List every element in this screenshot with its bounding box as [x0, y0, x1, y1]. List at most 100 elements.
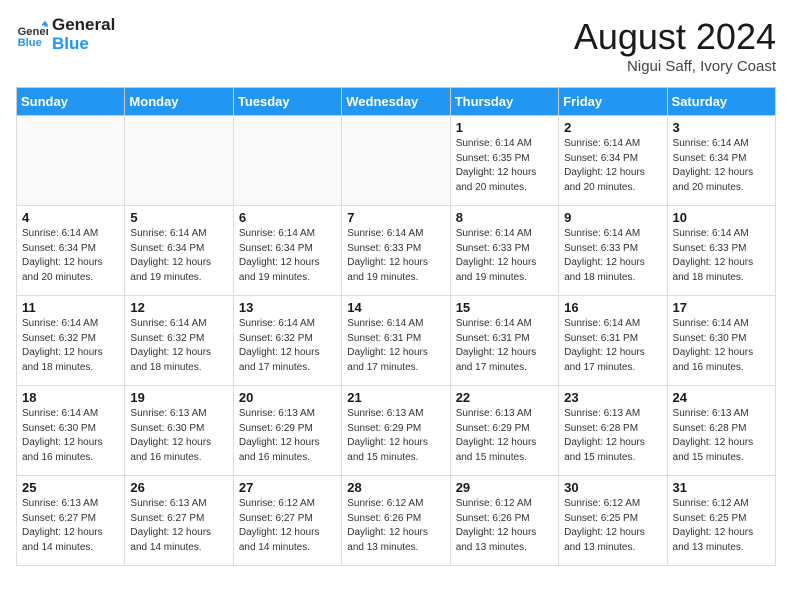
day-number: 4	[22, 210, 119, 225]
day-info: Sunrise: 6:14 AM Sunset: 6:31 PM Dayligh…	[347, 317, 444, 375]
day-info: Sunrise: 6:14 AM Sunset: 6:35 PM Dayligh…	[456, 137, 553, 195]
day-info: Sunrise: 6:14 AM Sunset: 6:34 PM Dayligh…	[564, 137, 661, 195]
day-info: Sunrise: 6:12 AM Sunset: 6:25 PM Dayligh…	[673, 497, 770, 555]
day-info: Sunrise: 6:14 AM Sunset: 6:34 PM Dayligh…	[673, 137, 770, 195]
day-number: 28	[347, 480, 444, 495]
day-info: Sunrise: 6:14 AM Sunset: 6:33 PM Dayligh…	[564, 227, 661, 285]
day-info: Sunrise: 6:12 AM Sunset: 6:25 PM Dayligh…	[564, 497, 661, 555]
day-cell	[125, 116, 233, 206]
day-cell: 5Sunrise: 6:14 AM Sunset: 6:34 PM Daylig…	[125, 206, 233, 296]
day-number: 14	[347, 300, 444, 315]
day-info: Sunrise: 6:14 AM Sunset: 6:32 PM Dayligh…	[239, 317, 336, 375]
day-cell: 27Sunrise: 6:12 AM Sunset: 6:27 PM Dayli…	[233, 476, 341, 566]
day-number: 31	[673, 480, 770, 495]
logo: General Blue General Blue	[16, 16, 115, 53]
day-info: Sunrise: 6:12 AM Sunset: 6:26 PM Dayligh…	[347, 497, 444, 555]
day-number: 27	[239, 480, 336, 495]
logo-general: General	[52, 16, 115, 35]
day-number: 26	[130, 480, 227, 495]
day-info: Sunrise: 6:14 AM Sunset: 6:33 PM Dayligh…	[456, 227, 553, 285]
day-info: Sunrise: 6:14 AM Sunset: 6:34 PM Dayligh…	[22, 227, 119, 285]
day-info: Sunrise: 6:14 AM Sunset: 6:30 PM Dayligh…	[22, 407, 119, 465]
day-info: Sunrise: 6:14 AM Sunset: 6:30 PM Dayligh…	[673, 317, 770, 375]
day-cell: 18 Sunrise: 6:14 AM Sunset: 6:30 PM Dayli…	[17, 386, 125, 476]
day-cell: 24 Sunrise: 6:13 AM Sunset: 6:28 PM Dayli…	[667, 386, 775, 476]
day-number: 24	[673, 390, 770, 405]
day-cell	[233, 116, 341, 206]
day-number: 11	[22, 300, 119, 315]
header-row: SundayMondayTuesdayWednesdayThursdayFrid…	[17, 88, 776, 116]
day-info: Sunrise: 6:14 AM Sunset: 6:34 PM Dayligh…	[239, 227, 336, 285]
day-cell: 19Sunrise: 6:13 AM Sunset: 6:30 PM Dayli…	[125, 386, 233, 476]
day-number: 2	[564, 120, 661, 135]
day-number: 16	[564, 300, 661, 315]
day-info: Sunrise: 6:13 AM Sunset: 6:28 PM Dayligh…	[564, 407, 661, 465]
day-number: 25	[22, 480, 119, 495]
day-number: 13	[239, 300, 336, 315]
day-number: 22	[456, 390, 553, 405]
title-area: August 2024 Nigui Saff, Ivory Coast	[574, 16, 776, 75]
svg-text:General: General	[18, 26, 48, 38]
day-number: 9	[564, 210, 661, 225]
day-cell: 26 Sunrise: 6:13 AM Sunset: 6:27 PM Dayli…	[125, 476, 233, 566]
svg-text:Blue: Blue	[18, 37, 42, 49]
day-number: 1	[456, 120, 553, 135]
week-row-3: 11 Sunrise: 6:14 AM Sunset: 6:32 PM Dayli…	[17, 296, 776, 386]
day-cell: 4 Sunrise: 6:14 AM Sunset: 6:34 PM Daylig…	[17, 206, 125, 296]
week-row-2: 4 Sunrise: 6:14 AM Sunset: 6:34 PM Daylig…	[17, 206, 776, 296]
col-header-thursday: Thursday	[450, 88, 558, 116]
day-cell: 6Sunrise: 6:14 AM Sunset: 6:34 PM Daylig…	[233, 206, 341, 296]
week-row-1: 1 Sunrise: 6:14 AM Sunset: 6:35 PM Daylig…	[17, 116, 776, 206]
day-cell: 25 Sunrise: 6:13 AM Sunset: 6:27 PM Dayli…	[17, 476, 125, 566]
week-row-4: 18 Sunrise: 6:14 AM Sunset: 6:30 PM Dayli…	[17, 386, 776, 476]
day-cell: 10Sunrise: 6:14 AM Sunset: 6:33 PM Dayli…	[667, 206, 775, 296]
day-info: Sunrise: 6:13 AM Sunset: 6:29 PM Dayligh…	[456, 407, 553, 465]
col-header-wednesday: Wednesday	[342, 88, 450, 116]
day-number: 18	[22, 390, 119, 405]
calendar-table: SundayMondayTuesdayWednesdayThursdayFrid…	[16, 87, 776, 566]
month-title: August 2024	[574, 16, 776, 58]
day-info: Sunrise: 6:12 AM Sunset: 6:26 PM Dayligh…	[456, 497, 553, 555]
day-cell: 17 Sunrise: 6:14 AM Sunset: 6:30 PM Dayli…	[667, 296, 775, 386]
location: Nigui Saff, Ivory Coast	[574, 58, 776, 75]
day-cell: 28 Sunrise: 6:12 AM Sunset: 6:26 PM Dayli…	[342, 476, 450, 566]
day-info: Sunrise: 6:14 AM Sunset: 6:32 PM Dayligh…	[22, 317, 119, 375]
day-number: 15	[456, 300, 553, 315]
day-info: Sunrise: 6:14 AM Sunset: 6:32 PM Dayligh…	[130, 317, 227, 375]
day-cell: 11 Sunrise: 6:14 AM Sunset: 6:32 PM Dayli…	[17, 296, 125, 386]
day-cell: 31 Sunrise: 6:12 AM Sunset: 6:25 PM Dayli…	[667, 476, 775, 566]
day-number: 7	[347, 210, 444, 225]
page-header: General Blue General Blue August 2024 Ni…	[16, 16, 776, 75]
day-cell: 22 Sunrise: 6:13 AM Sunset: 6:29 PM Dayli…	[450, 386, 558, 476]
day-info: Sunrise: 6:14 AM Sunset: 6:33 PM Dayligh…	[347, 227, 444, 285]
col-header-saturday: Saturday	[667, 88, 775, 116]
day-cell: 1 Sunrise: 6:14 AM Sunset: 6:35 PM Daylig…	[450, 116, 558, 206]
day-info: Sunrise: 6:13 AM Sunset: 6:27 PM Dayligh…	[22, 497, 119, 555]
day-info: Sunrise: 6:13 AM Sunset: 6:28 PM Dayligh…	[673, 407, 770, 465]
col-header-monday: Monday	[125, 88, 233, 116]
col-header-sunday: Sunday	[17, 88, 125, 116]
day-info: Sunrise: 6:13 AM Sunset: 6:27 PM Dayligh…	[130, 497, 227, 555]
col-header-friday: Friday	[559, 88, 667, 116]
day-number: 20	[239, 390, 336, 405]
day-info: Sunrise: 6:13 AM Sunset: 6:29 PM Dayligh…	[239, 407, 336, 465]
day-cell: 14 Sunrise: 6:14 AM Sunset: 6:31 PM Dayli…	[342, 296, 450, 386]
day-info: Sunrise: 6:14 AM Sunset: 6:31 PM Dayligh…	[564, 317, 661, 375]
day-info: Sunrise: 6:14 AM Sunset: 6:31 PM Dayligh…	[456, 317, 553, 375]
day-cell: 29Sunrise: 6:12 AM Sunset: 6:26 PM Dayli…	[450, 476, 558, 566]
day-cell: 7 Sunrise: 6:14 AM Sunset: 6:33 PM Daylig…	[342, 206, 450, 296]
day-cell: 20 Sunrise: 6:13 AM Sunset: 6:29 PM Dayli…	[233, 386, 341, 476]
col-header-tuesday: Tuesday	[233, 88, 341, 116]
day-number: 23	[564, 390, 661, 405]
day-number: 3	[673, 120, 770, 135]
day-cell: 13 Sunrise: 6:14 AM Sunset: 6:32 PM Dayli…	[233, 296, 341, 386]
day-cell: 2 Sunrise: 6:14 AM Sunset: 6:34 PM Daylig…	[559, 116, 667, 206]
day-cell	[342, 116, 450, 206]
day-number: 12	[130, 300, 227, 315]
logo-icon: General Blue	[16, 19, 48, 51]
day-cell: 15 Sunrise: 6:14 AM Sunset: 6:31 PM Dayli…	[450, 296, 558, 386]
day-number: 17	[673, 300, 770, 315]
day-info: Sunrise: 6:14 AM Sunset: 6:33 PM Dayligh…	[673, 227, 770, 285]
day-number: 8	[456, 210, 553, 225]
day-cell: 23 Sunrise: 6:13 AM Sunset: 6:28 PM Dayli…	[559, 386, 667, 476]
